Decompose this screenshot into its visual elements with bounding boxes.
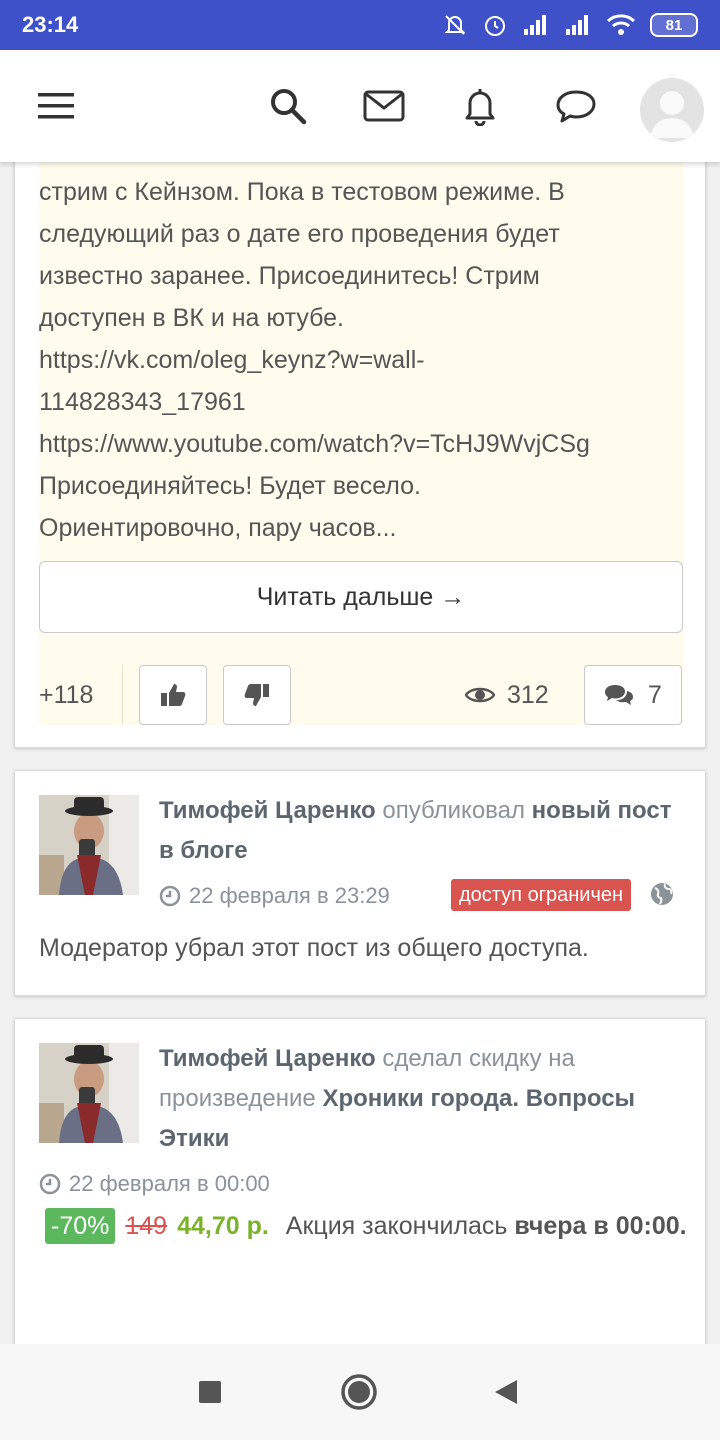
read-more-button[interactable]: Читать дальше →: [39, 561, 683, 633]
comments-button[interactable]: 7: [584, 665, 682, 725]
date-text: 22 февраля в 23:29: [189, 883, 390, 908]
wifi-icon: [606, 14, 636, 35]
eye-icon: [465, 687, 495, 703]
moderation-text: Модератор убрал этот пост из общего дост…: [39, 934, 589, 962]
youtube-link[interactable]: https://www.youtube.com/watch?v=TcHJ9Wvj…: [39, 423, 679, 465]
comments-icon: [605, 685, 634, 705]
post-text-line: следующий раз о дате его проведения буде…: [39, 220, 560, 248]
author-avatar[interactable]: [39, 795, 139, 895]
status-time: 23:14: [22, 12, 79, 37]
post-text-line: Ориентировочно, пару часов...: [39, 514, 397, 542]
vk-link-cont[interactable]: 114828343_17961: [39, 381, 679, 423]
promo-text: Акция закончилась: [285, 1212, 508, 1240]
views-count: 312: [465, 665, 549, 725]
vk-link[interactable]: https://vk.com/oleg_keynz?w=wall-: [39, 339, 679, 381]
status-icons: 81: [442, 12, 698, 38]
activity-action: опубликовал: [382, 797, 525, 824]
views-value: 312: [507, 680, 549, 709]
author-name[interactable]: Тимофей Царенко: [159, 797, 376, 824]
search-icon[interactable]: [264, 82, 312, 130]
feed: стрим с Кейнзом. Пока в тестовом режиме.…: [0, 162, 720, 1344]
status-bar: 23:14 81: [0, 0, 720, 50]
bell-icon[interactable]: [456, 82, 504, 130]
globe-icon: [649, 881, 675, 912]
post-text: стрим с Кейнзом. Пока в тестовом режиме.…: [39, 171, 679, 549]
signal-icon: [524, 15, 546, 35]
mute-bell-icon: [444, 15, 466, 35]
vote-bar: +118: [39, 665, 291, 725]
activity-card: Тимофей Царенко опубликовал новый пост в…: [14, 770, 706, 996]
system-nav-bar: [0, 1344, 720, 1440]
discount-badge: -70%: [45, 1208, 116, 1244]
chat-icon[interactable]: [552, 82, 600, 130]
mail-icon[interactable]: [360, 82, 408, 130]
signal-icon-2: [566, 15, 588, 35]
post-text-line: доступен в ВК и на ютубе.: [39, 304, 344, 332]
post-text-line: известно заранее. Присоединитесь! Стрим: [39, 262, 540, 290]
sale-info: -70% 149 44,70 р. Акция закончилась вчера …: [39, 1205, 689, 1247]
post-date: 22 февраля в 00:00: [39, 1167, 270, 1201]
old-price: 149: [125, 1212, 168, 1240]
activity-headline: Тимофей Царенко опубликовал новый пост в…: [159, 791, 679, 871]
upvote-button[interactable]: [139, 665, 207, 725]
promo-end: вчера в 00:00.: [514, 1212, 687, 1240]
post-card: стрим с Кейнзом. Пока в тестовом режиме.…: [14, 162, 706, 748]
avatar[interactable]: [640, 78, 704, 142]
battery-indicator: 81: [650, 13, 698, 37]
clock-icon: [159, 885, 181, 907]
home-button[interactable]: [335, 1368, 383, 1416]
post-text-line: Присоединяйтесь! Будет весело.: [39, 472, 422, 500]
activity-card: Тимофей Царенко сделал скидку на произве…: [14, 1018, 706, 1344]
menu-icon[interactable]: [32, 82, 80, 130]
clock-icon: [39, 1173, 61, 1195]
top-app-bar: [0, 50, 720, 162]
recents-button[interactable]: [186, 1368, 234, 1416]
alarm-icon: [485, 16, 505, 36]
score: +118: [39, 665, 123, 725]
comments-value: 7: [648, 680, 662, 709]
new-price: 44,70 р.: [177, 1212, 269, 1240]
back-button[interactable]: [482, 1368, 530, 1416]
downvote-button[interactable]: [223, 665, 291, 725]
date-text: 22 февраля в 00:00: [69, 1171, 270, 1196]
restricted-badge: доступ ограничен: [451, 879, 632, 911]
author-name[interactable]: Тимофей Царенко: [159, 1045, 376, 1072]
thumbs-down-icon: [244, 684, 269, 706]
thumbs-up-icon: [161, 684, 186, 706]
post-text-line: стрим с Кейнзом. Пока в тестовом режиме.…: [39, 178, 565, 206]
post-date: 22 февраля в 23:29: [159, 879, 390, 913]
activity-headline: Тимофей Царенко сделал скидку на произве…: [159, 1039, 679, 1159]
author-avatar[interactable]: [39, 1043, 139, 1143]
